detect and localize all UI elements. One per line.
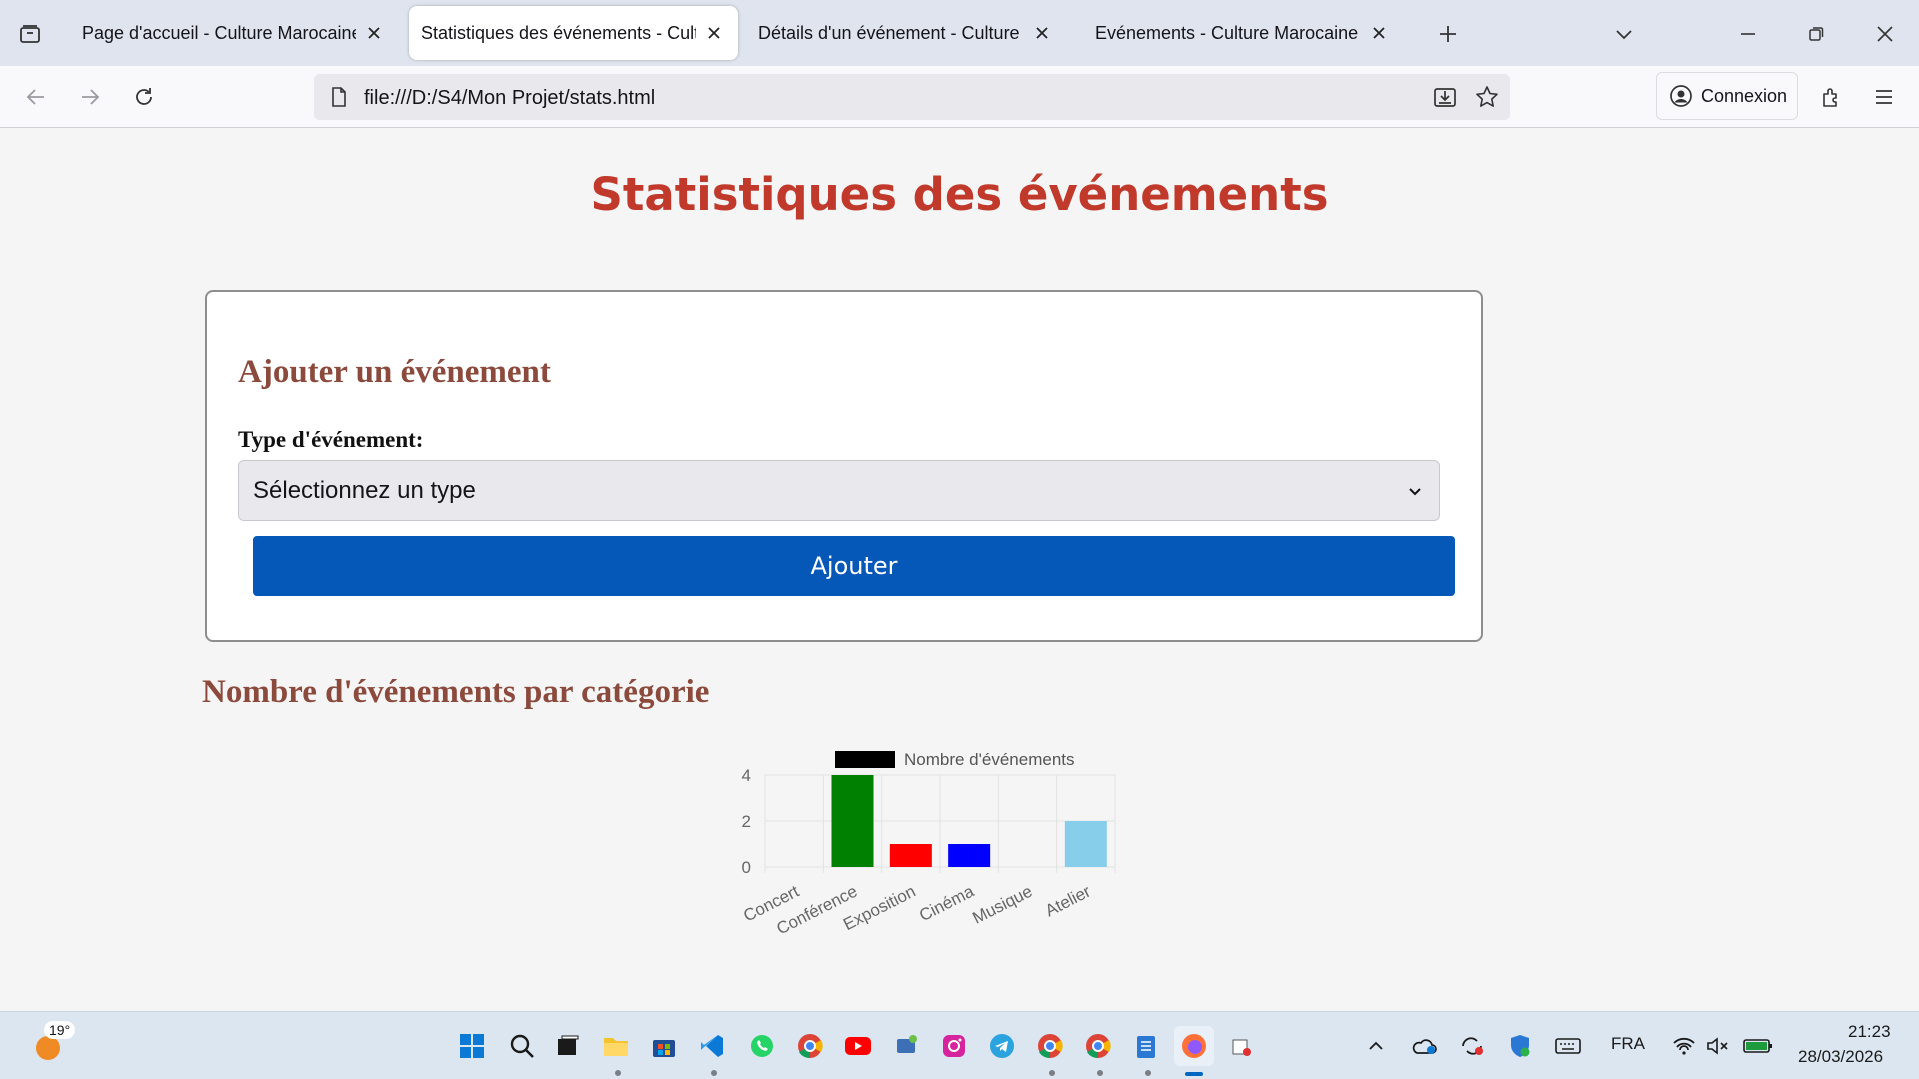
tab-details[interactable]: Détails d'un événement - Culture Marocai… — [746, 6, 1066, 60]
chart-section-title: Nombre d'événements par catégorie — [202, 674, 710, 710]
keyboard-icon[interactable] — [1548, 1026, 1588, 1066]
chrome-profile-icon[interactable] — [1030, 1026, 1070, 1066]
running-indicator — [615, 1070, 621, 1076]
bar-conférence — [831, 775, 874, 867]
reload-icon[interactable] — [126, 79, 162, 115]
bar-exposition — [889, 844, 932, 867]
bar-cinéma — [948, 844, 991, 867]
bookmark-star-icon[interactable] — [1472, 82, 1502, 112]
file-explorer-icon[interactable] — [596, 1026, 636, 1066]
start-icon[interactable] — [452, 1026, 492, 1066]
account-icon — [1670, 85, 1692, 107]
form-heading: Ajouter un événement — [238, 354, 551, 390]
close-window-icon[interactable] — [1865, 14, 1905, 54]
add-event-button[interactable]: Ajouter — [253, 536, 1455, 596]
save-page-icon[interactable] — [1430, 82, 1460, 112]
weather-temperature: 19° — [44, 1021, 76, 1039]
close-icon[interactable] — [362, 21, 386, 45]
url-text: file:///D:/S4/Mon Projet/stats.html — [364, 87, 656, 109]
forward-icon[interactable] — [72, 79, 108, 115]
sync-icon[interactable] — [1452, 1026, 1492, 1066]
paint-icon[interactable] — [1222, 1026, 1262, 1066]
tab-statistiques[interactable]: Statistiques des événements - Culture Ma… — [409, 6, 738, 60]
navigation-toolbar: file:///D:/S4/Mon Projet/stats.html Conn… — [0, 66, 1919, 128]
chevron-up-icon[interactable] — [1356, 1026, 1396, 1066]
tab-title: Détails d'un événement - Culture Marocai… — [758, 22, 1024, 43]
y-tick-label: 0 — [742, 858, 751, 877]
signin-button[interactable]: Connexion — [1656, 72, 1798, 120]
security-icon[interactable] — [1500, 1026, 1540, 1066]
input-language[interactable]: FRA — [1611, 1034, 1645, 1054]
notepad-icon[interactable] — [1126, 1026, 1166, 1066]
vscode-icon[interactable] — [692, 1026, 732, 1066]
tab-strip: Page d'accueil - Culture Marocaine Stati… — [0, 0, 1919, 66]
telegram-icon[interactable] — [982, 1026, 1022, 1066]
page-title: Statistiques des événements — [590, 168, 1329, 221]
tab-list-icon[interactable] — [14, 18, 46, 50]
clock-time[interactable]: 21:23 — [1848, 1022, 1891, 1042]
chrome-dev-icon[interactable] — [1078, 1026, 1118, 1066]
instagram-icon[interactable] — [934, 1026, 974, 1066]
windows-taskbar: 19° FRA 21:23 28/03/2026 — [0, 1011, 1919, 1079]
back-icon[interactable] — [18, 79, 54, 115]
event-type-select[interactable]: Sélectionnez un type — [238, 460, 1440, 521]
menu-icon[interactable] — [1866, 79, 1902, 115]
running-indicator — [711, 1070, 717, 1076]
y-tick-label: 2 — [742, 812, 751, 831]
whatsapp-icon[interactable] — [742, 1026, 782, 1066]
firefox-icon[interactable] — [1174, 1026, 1214, 1066]
onedrive-icon[interactable] — [1404, 1026, 1444, 1066]
tab-title: Statistiques des événements - Culture Ma… — [421, 22, 696, 43]
running-indicator — [1097, 1070, 1103, 1076]
volume-muted-icon[interactable] — [1698, 1026, 1738, 1066]
minimize-icon[interactable] — [1728, 14, 1768, 54]
restore-icon[interactable] — [1796, 14, 1836, 54]
running-indicator — [1145, 1070, 1151, 1076]
running-indicator — [1049, 1070, 1055, 1076]
legend-swatch — [835, 751, 895, 768]
close-icon[interactable] — [702, 21, 726, 45]
new-tab-icon[interactable] — [1432, 18, 1464, 50]
bar-atelier — [1064, 821, 1107, 867]
extensions-icon[interactable] — [1814, 79, 1850, 115]
tab-accueil[interactable]: Page d'accueil - Culture Marocaine — [70, 6, 398, 60]
page-icon — [328, 86, 350, 108]
add-event-form: Ajouter un événement Type d'événement: S… — [205, 290, 1483, 642]
tab-title: Page d'accueil - Culture Marocaine — [82, 22, 356, 43]
active-indicator — [1185, 1072, 1203, 1076]
y-tick-label: 4 — [742, 766, 751, 785]
chevron-down-icon — [1403, 479, 1427, 503]
close-icon[interactable] — [1030, 21, 1054, 45]
battery-icon[interactable] — [1738, 1026, 1778, 1066]
x-tick-label: Atelier — [1042, 881, 1094, 920]
legend-label: Nombre d'événements — [904, 750, 1075, 769]
chrome-icon[interactable] — [790, 1026, 830, 1066]
tab-evenements[interactable]: Evénements - Culture Marocaine — [1083, 6, 1403, 60]
youtube-icon[interactable] — [838, 1026, 878, 1066]
page-content: Statistiques des événements Ajouter un é… — [0, 128, 1919, 1011]
x-tick-label: Cinéma — [916, 881, 977, 925]
address-bar[interactable]: file:///D:/S4/Mon Projet/stats.html — [314, 74, 1510, 120]
event-type-select-value: Sélectionnez un type — [253, 476, 476, 504]
search-icon[interactable] — [502, 1026, 542, 1066]
x-tick-label: Musique — [969, 882, 1035, 928]
task-view-icon[interactable] — [548, 1026, 588, 1066]
event-type-label: Type d'événement: — [238, 427, 424, 452]
close-icon[interactable] — [1367, 21, 1391, 45]
clock-date[interactable]: 28/03/2026 — [1798, 1047, 1883, 1067]
tab-title: Evénements - Culture Marocaine — [1095, 22, 1359, 43]
network-app-icon[interactable] — [886, 1026, 926, 1066]
store-icon[interactable] — [644, 1026, 684, 1066]
signin-label: Connexion — [1701, 85, 1788, 106]
events-bar-chart: Nombre d'événements024ConcertConférenceE… — [740, 750, 1116, 938]
tab-overflow-icon[interactable] — [1604, 14, 1644, 54]
